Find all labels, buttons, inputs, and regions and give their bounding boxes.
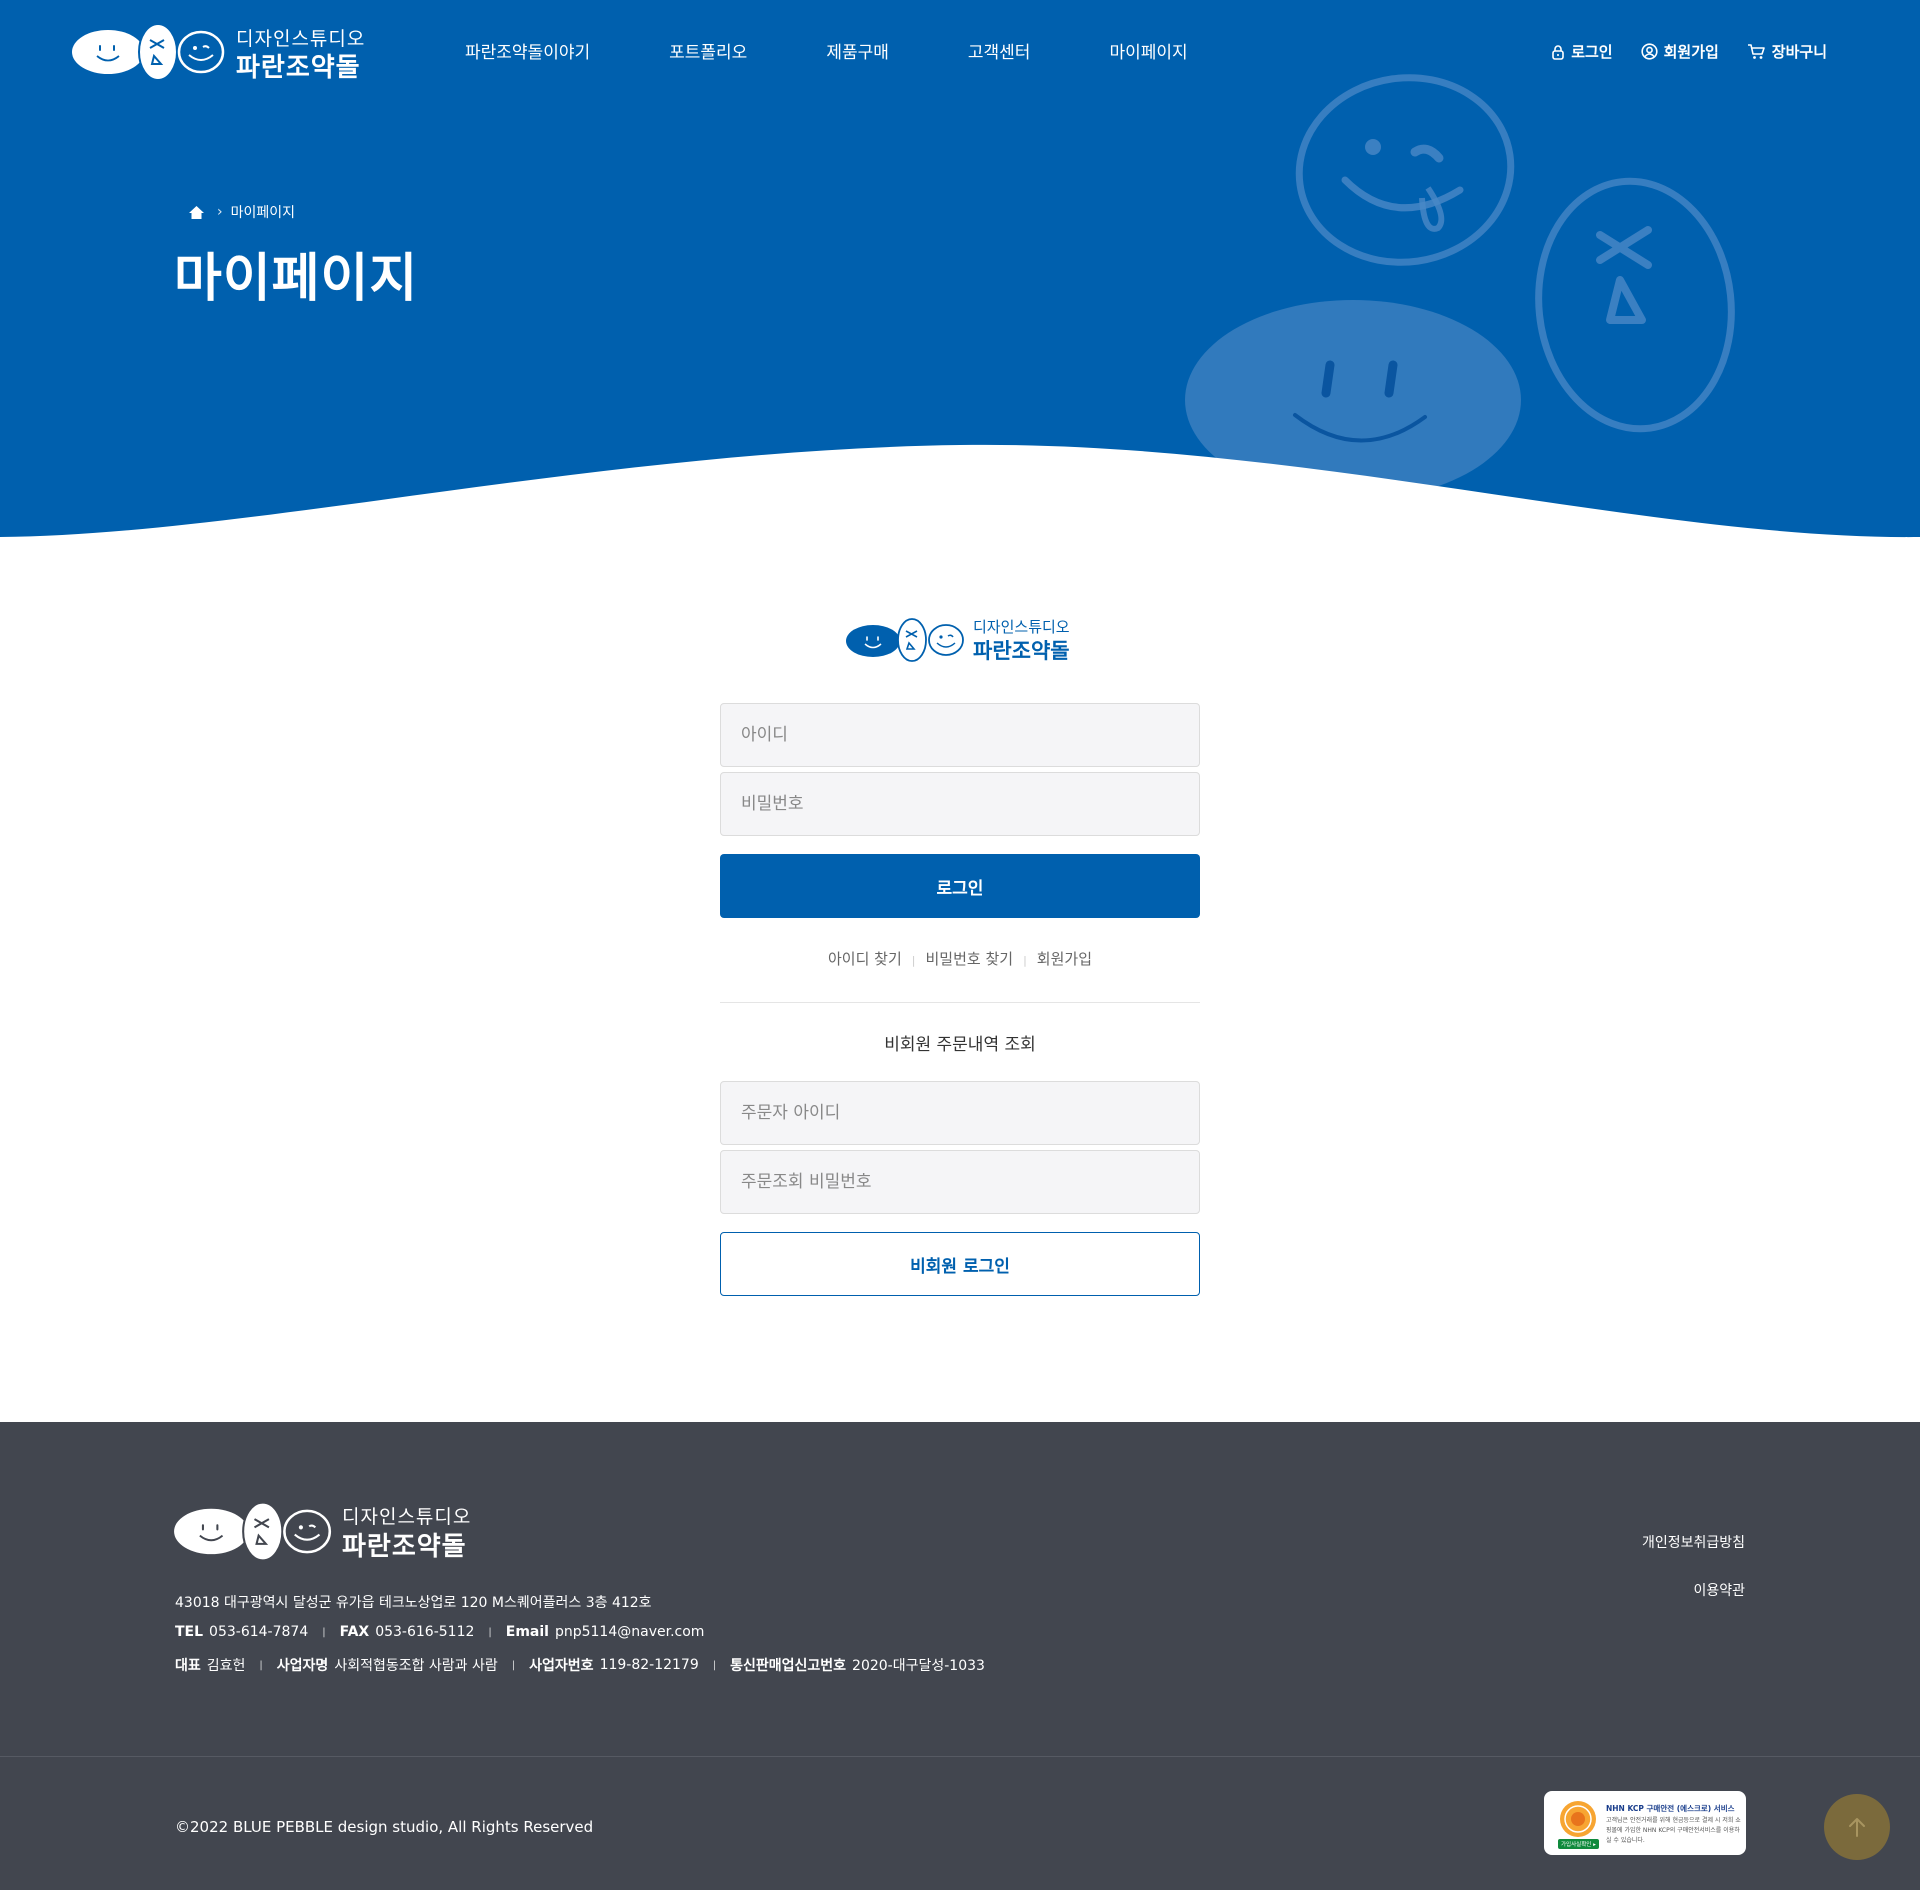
company-value: 사회적협동조합 사람과 사람 (334, 1658, 498, 1674)
footer-logo: 디자인스튜디오 파란조약돌 (172, 1498, 492, 1566)
signup-link-form[interactable]: 회원가입 (1037, 950, 1092, 968)
site-logo[interactable]: 디자인스튜디오 파란조약돌 (70, 20, 370, 85)
tel-value: 053-614-7874 (209, 1624, 309, 1640)
chevron-right-icon: › (217, 204, 223, 220)
cart-link-label: 장바구니 (1771, 43, 1827, 61)
footer-separator: | (712, 1659, 717, 1671)
guest-login-button[interactable]: 비회원 로그인 (720, 1232, 1200, 1296)
footer-separator: | (511, 1659, 516, 1671)
logo-pebbles-icon (846, 618, 964, 662)
kcp-verify-tag: 가입사실확인 ▸ (1558, 1839, 1599, 1849)
nav-item-portfolio[interactable]: 포트폴리오 (669, 38, 747, 63)
user-icon (1640, 43, 1658, 60)
find-password-link[interactable]: 비밀번호 찾기 (926, 950, 1014, 968)
fax-label: FAX (339, 1624, 370, 1640)
footer-separator: | (259, 1659, 263, 1671)
email-value: pnp5114@naver.com (554, 1624, 705, 1640)
signup-link[interactable]: 회원가입 (1640, 41, 1719, 62)
privacy-policy-link[interactable]: 개인정보취급방침 (1642, 1532, 1745, 1552)
mailorder-label: 통신판매업신고번호 (730, 1658, 847, 1674)
footer-address: 43018 대구광역시 달성군 유가읍 테크노상업로 120 M스퀘어플러스 3… (175, 1595, 652, 1611)
footer-logo-title: 파란조약돌 (342, 1532, 467, 1562)
ceo-value: 김효헌 (206, 1658, 246, 1674)
kcp-seal-icon (1560, 1801, 1596, 1837)
logo-pebbles-icon (174, 1501, 332, 1562)
breadcrumb-current: 마이페이지 (230, 205, 296, 221)
guest-order-title: 비회원 주문내역 조회 (884, 1035, 1036, 1055)
terms-link[interactable]: 이용약관 (1693, 1580, 1745, 1600)
tel-label: TEL (175, 1624, 204, 1640)
link-separator: | (911, 954, 916, 967)
bizno-value: 119-82-12179 (599, 1657, 699, 1673)
site-footer: 디자인스튜디오 파란조약돌 43018 대구광역시 달성군 유가읍 테크노상업로… (0, 1422, 1920, 1890)
find-id-link[interactable]: 아이디 찾기 (828, 950, 902, 968)
footer-separator: | (488, 1626, 492, 1638)
footer-contact: TEL 053-614-7874 | FAX 053-616-5112 | Emai… (175, 1624, 704, 1640)
login-logo-title: 파란조약돌 (973, 639, 1070, 663)
bizno-label: 사업자번호 (529, 1658, 594, 1674)
order-password-input[interactable] (720, 1150, 1200, 1214)
footer-logo-subtitle: 디자인스튜디오 (342, 1506, 472, 1528)
login-link[interactable]: 로그인 (1551, 41, 1613, 62)
login-link-label: 로그인 (1571, 43, 1613, 61)
copyright: ©2022 BLUE PEBBLE design studio, All Rig… (175, 1818, 594, 1836)
page-title: 마이페이지 (174, 249, 419, 309)
email-label: Email (505, 1624, 549, 1640)
section-divider (720, 1002, 1200, 1003)
nav-item-shop[interactable]: 제품구매 (826, 38, 889, 63)
company-label: 사업자명 (276, 1658, 329, 1674)
orderer-id-input[interactable] (720, 1081, 1200, 1145)
signup-link-label: 회원가입 (1663, 43, 1719, 61)
login-logo: 디자인스튜디오 파란조약돌 (845, 616, 1085, 666)
cart-icon (1747, 44, 1765, 59)
lock-icon (1552, 44, 1564, 60)
password-input[interactable] (720, 772, 1200, 836)
main-nav: 파란조약돌이야기 포트폴리오 제품구매 고객센터 마이페이지 (465, 38, 1267, 63)
kcp-title: NHN KCP 구매안전 (에스크로) 서비스 (1606, 1804, 1735, 1813)
scroll-top-button[interactable] (1824, 1794, 1890, 1860)
link-separator: | (1023, 954, 1027, 967)
ceo-label: 대표 (175, 1658, 201, 1674)
account-links: 아이디 찾기 | 비밀번호 찾기 | 회원가입 (720, 948, 1200, 969)
login-button[interactable]: 로그인 (720, 854, 1200, 918)
kcp-description: 고객님은 안전거래를 위해 현금등으로 결제 시 저희 쇼핑몰에 가입한 NHN… (1606, 1817, 1741, 1844)
arrow-up-icon (1849, 1818, 1865, 1837)
fax-value: 053-616-5112 (375, 1624, 475, 1640)
utility-menu: 로그인 회원가입 장바구니 (1523, 41, 1827, 62)
login-logo-subtitle: 디자인스튜디오 (973, 618, 1070, 636)
logo-pebbles-icon (72, 23, 225, 81)
home-icon[interactable] (188, 205, 205, 220)
cart-link[interactable]: 장바구니 (1747, 41, 1827, 62)
logo-title: 파란조약돌 (236, 53, 361, 83)
kcp-escrow-badge[interactable]: NHN KCP 구매안전 (에스크로) 서비스 고객님은 안전거래를 위해 현금… (1544, 1791, 1746, 1855)
nav-item-mypage[interactable]: 마이페이지 (1109, 38, 1187, 63)
nav-item-story[interactable]: 파란조약돌이야기 (465, 38, 590, 63)
footer-separator: | (322, 1626, 326, 1638)
site-header: 디자인스튜디오 파란조약돌 파란조약돌이야기 포트폴리오 제품구매 고객센터 마… (0, 0, 1920, 100)
user-id-input[interactable] (720, 703, 1200, 767)
nav-item-support[interactable]: 고객센터 (968, 38, 1031, 63)
footer-divider (0, 1756, 1920, 1757)
breadcrumb: › 마이페이지 (188, 202, 295, 222)
footer-business-info: 대표 김효헌 | 사업자명 사회적협동조합 사람과 사람 | 사업자번호 119-82… (175, 1655, 985, 1675)
hero-wave (0, 444, 1920, 545)
mailorder-value: 2020-대구달성-1033 (852, 1658, 985, 1674)
